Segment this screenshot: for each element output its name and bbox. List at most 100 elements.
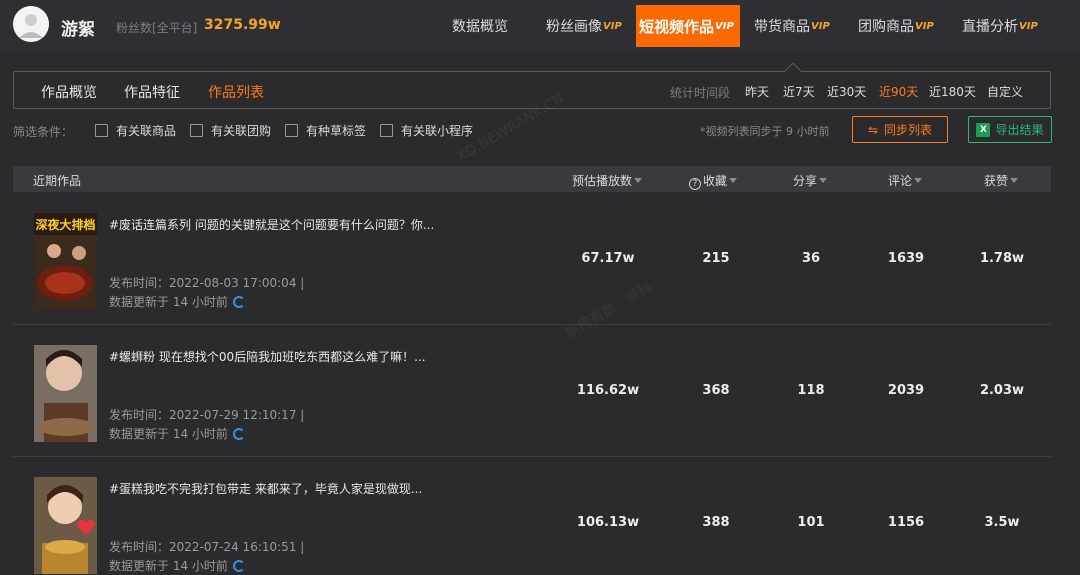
period-30d[interactable]: 近30天 — [827, 83, 866, 100]
cell-favorites: 388 — [702, 515, 730, 530]
column-shares[interactable]: 分享 — [793, 172, 828, 189]
cell-shares: 36 — [801, 251, 821, 266]
checkbox[interactable] — [380, 124, 393, 137]
nav-fan-profile[interactable]: 粉丝画像 VIP — [546, 5, 622, 47]
nav-label: 团购商品 — [858, 19, 914, 35]
vip-badge: VIP — [715, 20, 734, 32]
help-icon[interactable]: ? — [689, 178, 701, 190]
column-label: 收藏 — [703, 174, 728, 188]
checkbox[interactable] — [285, 124, 298, 137]
refresh-icon[interactable] — [232, 559, 245, 572]
refresh-icon[interactable] — [232, 295, 245, 308]
update-text: 数据更新于 14 小时前 — [109, 295, 228, 309]
cell-likes: 3.5w — [984, 515, 1020, 530]
video-thumbnail[interactable] — [34, 345, 97, 442]
filter-option-label: 有关联商品 — [116, 124, 177, 138]
filter-mini-program[interactable]: 有关联小程序 — [380, 122, 473, 139]
sync-note: *视频列表同步于 9 小时前 — [700, 125, 830, 138]
column-likes[interactable]: 获赞 — [984, 172, 1019, 189]
table-row[interactable]: 深夜大排档 #废话连篇系列 问题的关键就是这个问题要有什么问题？你... 发布时… — [13, 193, 1051, 325]
period-yesterday[interactable]: 昨天 — [745, 83, 769, 100]
vip-badge: VIP — [603, 20, 622, 32]
sync-icon: ⇋ — [867, 122, 879, 137]
column-plays[interactable]: 预估播放数 — [572, 172, 643, 189]
update-text: 数据更新于 14 小时前 — [109, 559, 228, 573]
column-label: 预估播放数 — [572, 174, 633, 188]
cell-likes: 2.03w — [979, 383, 1025, 398]
filter-linked-group-buy[interactable]: 有关联团购 — [190, 122, 271, 139]
sort-icon — [729, 178, 738, 183]
video-thumbnail[interactable] — [34, 477, 97, 574]
update-info: 数据更新于 14 小时前 — [109, 293, 245, 310]
filter-linked-goods[interactable]: 有关联商品 — [95, 122, 176, 139]
nav-label: 粉丝画像 — [546, 19, 602, 35]
fans-count-label: 粉丝数[全平台] — [116, 21, 198, 35]
export-results-button[interactable]: X 导出结果 — [968, 116, 1052, 143]
cell-favorites: 368 — [702, 383, 730, 398]
video-title[interactable]: #螺蛳粉 现在想找个00后陪我加班吃东西都这么难了嘛！... — [109, 348, 426, 365]
column-label: 获赞 — [984, 174, 1009, 188]
avatar[interactable] — [13, 6, 49, 42]
sort-icon — [914, 178, 923, 183]
cell-shares: 118 — [797, 383, 825, 398]
publish-time: 发布时间：2022-07-29 12:10:17 | — [109, 408, 305, 422]
publish-time: 发布时间：2022-08-03 17:00:04 | — [109, 276, 305, 290]
nav-data-overview[interactable]: 数据概览 — [452, 5, 508, 47]
vip-badge: VIP — [811, 20, 830, 32]
table-row[interactable]: #蛋糕我吃不完我打包带走 来都来了，毕竟人家是现做现... 发布时间：2022-… — [13, 457, 1051, 575]
column-favorites[interactable]: ? 收藏 — [689, 172, 738, 190]
period-custom[interactable]: 自定义 — [987, 83, 1023, 100]
filter-option-label: 有关联小程序 — [401, 124, 474, 138]
table-header: 近期作品 预估播放数 ? 收藏 分享 评论 获赞 — [13, 166, 1051, 192]
column-recent-works: 近期作品 — [33, 174, 82, 188]
dropdown-caret — [784, 62, 802, 80]
update-info: 数据更新于 14 小时前 — [109, 425, 245, 442]
sort-icon — [819, 178, 828, 183]
tab-work-features[interactable]: 作品特征 — [124, 82, 180, 102]
checkbox[interactable] — [95, 124, 108, 137]
excel-icon: X — [976, 122, 991, 137]
thumbnail-caption: 深夜大排档 — [35, 217, 95, 232]
column-label: 评论 — [888, 174, 913, 188]
period-7d[interactable]: 近7天 — [783, 83, 815, 100]
nav-short-video[interactable]: 短视频作品 VIP — [636, 5, 740, 47]
vip-badge: VIP — [915, 20, 934, 32]
tab-work-list[interactable]: 作品列表 — [208, 82, 264, 102]
nav-live-analysis[interactable]: 直播分析 VIP — [962, 5, 1038, 47]
video-title[interactable]: #废话连篇系列 问题的关键就是这个问题要有什么问题？你... — [109, 216, 434, 233]
cell-likes: 1.78w — [979, 251, 1025, 266]
video-thumbnail[interactable]: 深夜大排档 — [34, 213, 97, 310]
top-header: 游絮 粉丝数[全平台] 3275.99w 数据概览 粉丝画像 VIP 短视频作品 V… — [0, 0, 1080, 52]
nav-label: 直播分析 — [962, 19, 1018, 35]
period-90d[interactable]: 近90天 — [879, 83, 918, 100]
filter-option-label: 有关联团购 — [211, 124, 272, 138]
update-text: 数据更新于 14 小时前 — [109, 427, 228, 441]
nav-label: 带货商品 — [754, 19, 810, 35]
column-label: 分享 — [793, 174, 818, 188]
column-comments[interactable]: 评论 — [888, 172, 923, 189]
vip-badge: VIP — [1019, 20, 1038, 32]
checkbox[interactable] — [190, 124, 203, 137]
nav-commerce-goods[interactable]: 带货商品 VIP — [754, 5, 830, 47]
cell-shares: 101 — [797, 515, 825, 530]
cell-favorites: 215 — [702, 251, 730, 266]
refresh-icon[interactable] — [232, 427, 245, 440]
account-name: 游絮 — [61, 20, 95, 40]
sync-list-button[interactable]: ⇋ 同步列表 — [852, 116, 948, 143]
cell-comments: 1639 — [887, 251, 925, 266]
update-info: 数据更新于 14 小时前 — [109, 557, 245, 574]
filter-option-label: 有种草标签 — [306, 124, 367, 138]
publish-time: 发布时间：2022-07-24 16:10:51 | — [109, 540, 305, 554]
period-180d[interactable]: 近180天 — [929, 83, 976, 100]
sync-list-label: 同步列表 — [884, 123, 933, 137]
filter-seeding-tag[interactable]: 有种草标签 — [285, 122, 366, 139]
cell-comments: 1156 — [887, 515, 925, 530]
video-title[interactable]: #蛋糕我吃不完我打包带走 来都来了，毕竟人家是现做现... — [109, 480, 422, 497]
tab-work-overview[interactable]: 作品概览 — [41, 82, 97, 102]
stat-period-label: 统计时间段 — [670, 86, 731, 100]
nav-group-buy[interactable]: 团购商品 VIP — [858, 5, 934, 47]
export-label: 导出结果 — [995, 123, 1044, 137]
cell-plays: 116.62w — [576, 383, 640, 398]
cell-plays: 67.17w — [581, 251, 635, 266]
table-row[interactable]: #螺蛳粉 现在想找个00后陪我加班吃东西都这么难了嘛！... 发布时间：2022… — [13, 325, 1051, 457]
